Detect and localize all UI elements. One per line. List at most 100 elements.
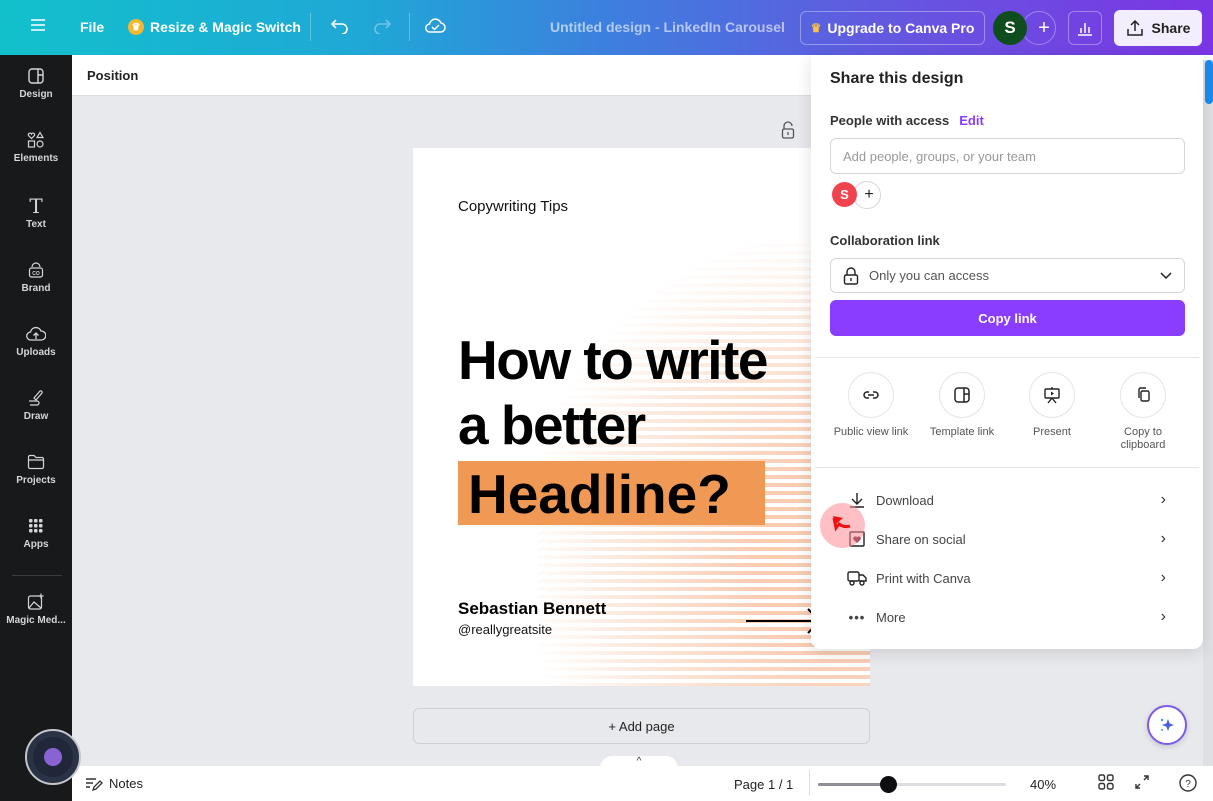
- sidebar-divider: [12, 575, 62, 576]
- divider: [310, 13, 311, 41]
- position-button[interactable]: Position: [87, 68, 138, 83]
- sidebar-item-magic-media[interactable]: Magic Med...: [0, 591, 72, 626]
- redo-icon: [374, 19, 392, 34]
- add-page-button[interactable]: + Add page: [413, 708, 870, 744]
- left-sidebar: Design Elements T Text CO Brand Uploads …: [0, 55, 72, 801]
- text-icon: T: [29, 194, 43, 218]
- divider: [815, 357, 1199, 358]
- share-button[interactable]: Share: [1114, 10, 1202, 46]
- row-label: Print with Canva: [876, 570, 971, 586]
- copy-to-clipboard-option[interactable]: Copy to clipboard: [1098, 372, 1188, 452]
- undo-icon: [330, 19, 348, 34]
- undo-button[interactable]: [330, 18, 350, 34]
- zoom-slider-handle[interactable]: [879, 776, 897, 793]
- template-link-option[interactable]: Template link: [917, 372, 1007, 439]
- add-people-input[interactable]: Add people, groups, or your team: [830, 138, 1185, 174]
- present-option[interactable]: Present: [1007, 372, 1097, 439]
- magic-assistant-button[interactable]: [1147, 705, 1187, 745]
- link-access-select[interactable]: Only you can access: [830, 258, 1185, 293]
- print-with-canva-row[interactable]: Print with Canva ›: [846, 563, 1166, 593]
- sidebar-item-label: Apps: [23, 539, 49, 550]
- scrollbar-thumb[interactable]: [1205, 60, 1213, 104]
- chevron-down-icon: [1160, 271, 1172, 279]
- option-label: Present: [1033, 426, 1071, 438]
- sidebar-item-elements[interactable]: Elements: [0, 129, 72, 164]
- crown-icon: ♛: [128, 19, 144, 35]
- apps-grid-icon: [29, 515, 43, 537]
- redo-button[interactable]: [372, 18, 392, 34]
- zoom-slider[interactable]: [818, 776, 1006, 793]
- chevron-right-icon: ›: [1160, 569, 1166, 586]
- upgrade-label: Upgrade to Canva Pro: [827, 20, 975, 36]
- file-menu[interactable]: File: [80, 19, 104, 35]
- headline-line-1[interactable]: How to write: [458, 333, 768, 388]
- help-icon: ?: [1179, 774, 1197, 792]
- brand-icon: CO: [28, 259, 44, 281]
- share-on-social-row[interactable]: Share on social ›: [846, 524, 1166, 554]
- upgrade-button[interactable]: ♛ Upgrade to Canva Pro: [800, 11, 985, 45]
- sidebar-item-apps[interactable]: Apps: [0, 515, 72, 550]
- author-handle[interactable]: @reallygreatsite: [458, 622, 552, 637]
- folder-icon: [27, 451, 45, 473]
- public-view-link-option[interactable]: Public view link: [826, 372, 916, 439]
- assistant-orb-button[interactable]: [25, 729, 81, 785]
- template-icon: [939, 372, 985, 418]
- unlock-icon[interactable]: [781, 121, 795, 144]
- sidebar-item-text[interactable]: T Text: [0, 194, 72, 230]
- resize-magic-switch-button[interactable]: ♛ Resize & Magic Switch: [128, 19, 301, 35]
- option-label: Template link: [929, 426, 995, 438]
- add-member-button[interactable]: +: [853, 181, 881, 209]
- sidebar-item-label: Magic Med...: [6, 615, 66, 626]
- help-button[interactable]: ?: [1179, 774, 1197, 797]
- sidebar-item-label: Projects: [16, 475, 56, 486]
- save-status-button[interactable]: [424, 17, 446, 35]
- headline-line-2[interactable]: a better: [458, 398, 646, 453]
- grid-view-icon: [1098, 774, 1114, 790]
- page-subtitle[interactable]: Copywriting Tips: [458, 198, 568, 215]
- divider: [409, 13, 410, 41]
- edit-access-link[interactable]: Edit: [959, 113, 984, 128]
- invite-button[interactable]: +: [1022, 11, 1056, 45]
- collab-link-label: Collaboration link: [830, 233, 940, 248]
- sidebar-item-design[interactable]: Design: [0, 65, 72, 100]
- option-label: Copy to clipboard: [1120, 426, 1166, 452]
- svg-text:?: ?: [1185, 779, 1191, 790]
- zoom-value[interactable]: 40%: [1030, 777, 1056, 792]
- headline-line-3[interactable]: Headline?: [468, 467, 731, 522]
- design-page[interactable]: Copywriting Tips How to write a better H…: [413, 148, 870, 686]
- row-label: More: [876, 609, 906, 625]
- collapse-pages-button[interactable]: ^: [600, 756, 678, 770]
- copy-link-button[interactable]: Copy link: [830, 300, 1185, 336]
- draw-icon: [27, 387, 45, 409]
- sidebar-item-draw[interactable]: Draw: [0, 387, 72, 422]
- more-row[interactable]: ••• More ›: [846, 602, 1166, 632]
- design-title[interactable]: Untitled design - LinkedIn Carousel: [550, 19, 785, 35]
- notes-icon: [86, 777, 103, 791]
- access-value: Only you can access: [869, 268, 989, 283]
- insights-button[interactable]: [1068, 11, 1102, 45]
- sidebar-item-brand[interactable]: CO Brand: [0, 259, 72, 294]
- sidebar-item-projects[interactable]: Projects: [0, 451, 72, 486]
- page-indicator[interactable]: Page 1 / 1: [734, 777, 793, 792]
- divider: [815, 467, 1199, 468]
- fullscreen-icon: [1135, 775, 1149, 789]
- panel-title: Share this design: [830, 70, 964, 87]
- user-avatar[interactable]: S: [993, 11, 1027, 45]
- more-dots-icon: •••: [848, 609, 866, 625]
- sidebar-item-uploads[interactable]: Uploads: [0, 323, 72, 358]
- chevron-right-icon: ›: [1160, 608, 1166, 625]
- member-avatar[interactable]: S: [832, 182, 857, 207]
- fullscreen-button[interactable]: [1134, 774, 1150, 795]
- notes-button[interactable]: Notes: [85, 776, 143, 791]
- plus-icon: +: [864, 186, 874, 203]
- svg-text:CO: CO: [32, 271, 40, 277]
- download-row[interactable]: Download ›: [846, 485, 1166, 515]
- link-icon: [848, 372, 894, 418]
- cursor-highlight: [820, 503, 865, 548]
- author-name[interactable]: Sebastian Bennett: [458, 599, 606, 619]
- grid-view-button[interactable]: [1098, 774, 1114, 795]
- orb-dot-icon: [44, 748, 62, 766]
- sidebar-item-label: Elements: [13, 153, 59, 164]
- menu-button[interactable]: [30, 18, 46, 32]
- vertical-scrollbar[interactable]: [1203, 60, 1213, 766]
